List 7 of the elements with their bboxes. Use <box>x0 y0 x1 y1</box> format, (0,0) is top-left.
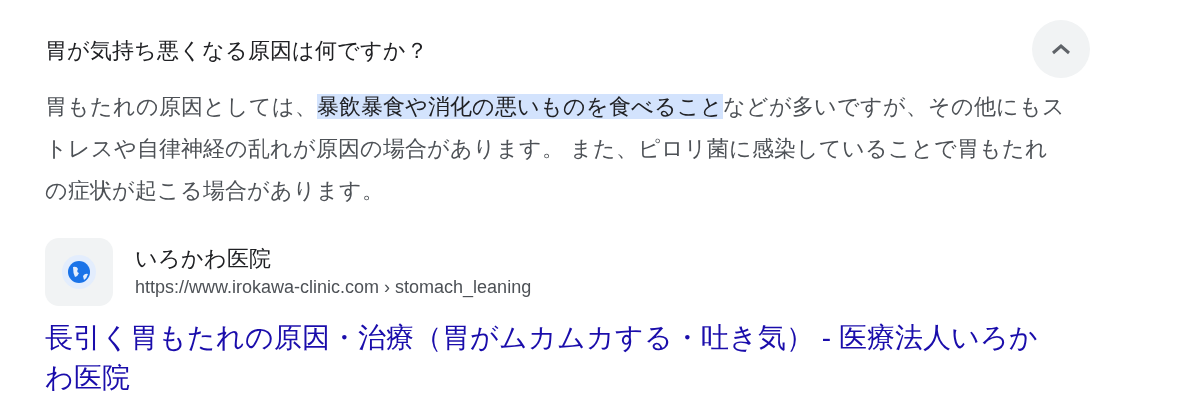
globe-icon <box>62 255 96 289</box>
chevron-icon <box>1051 43 1071 55</box>
answer-paragraph: 胃もたれの原因としては、暴飲暴食や消化の悪いものを食べること などが多いですが、その他にもストレスや自律神経の乱れが原因の場合があります。 また、ピロリ菌に感染していることで胃もたれの症状が起こる場合があります。 <box>45 93 1066 205</box>
site-url: https://www.irokawa-clinic.com › stomach_leaning <box>135 276 532 300</box>
site-name: いろかわ医院 <box>135 245 272 273</box>
question-text: 胃が気持ち悪くなる原因は何ですか？ <box>45 36 428 65</box>
result-title-link[interactable]: 長引く胃もたれの原因・治療（胃がムカムカする・吐き気） - 医療法人いろかわ医院 <box>45 318 1065 398</box>
